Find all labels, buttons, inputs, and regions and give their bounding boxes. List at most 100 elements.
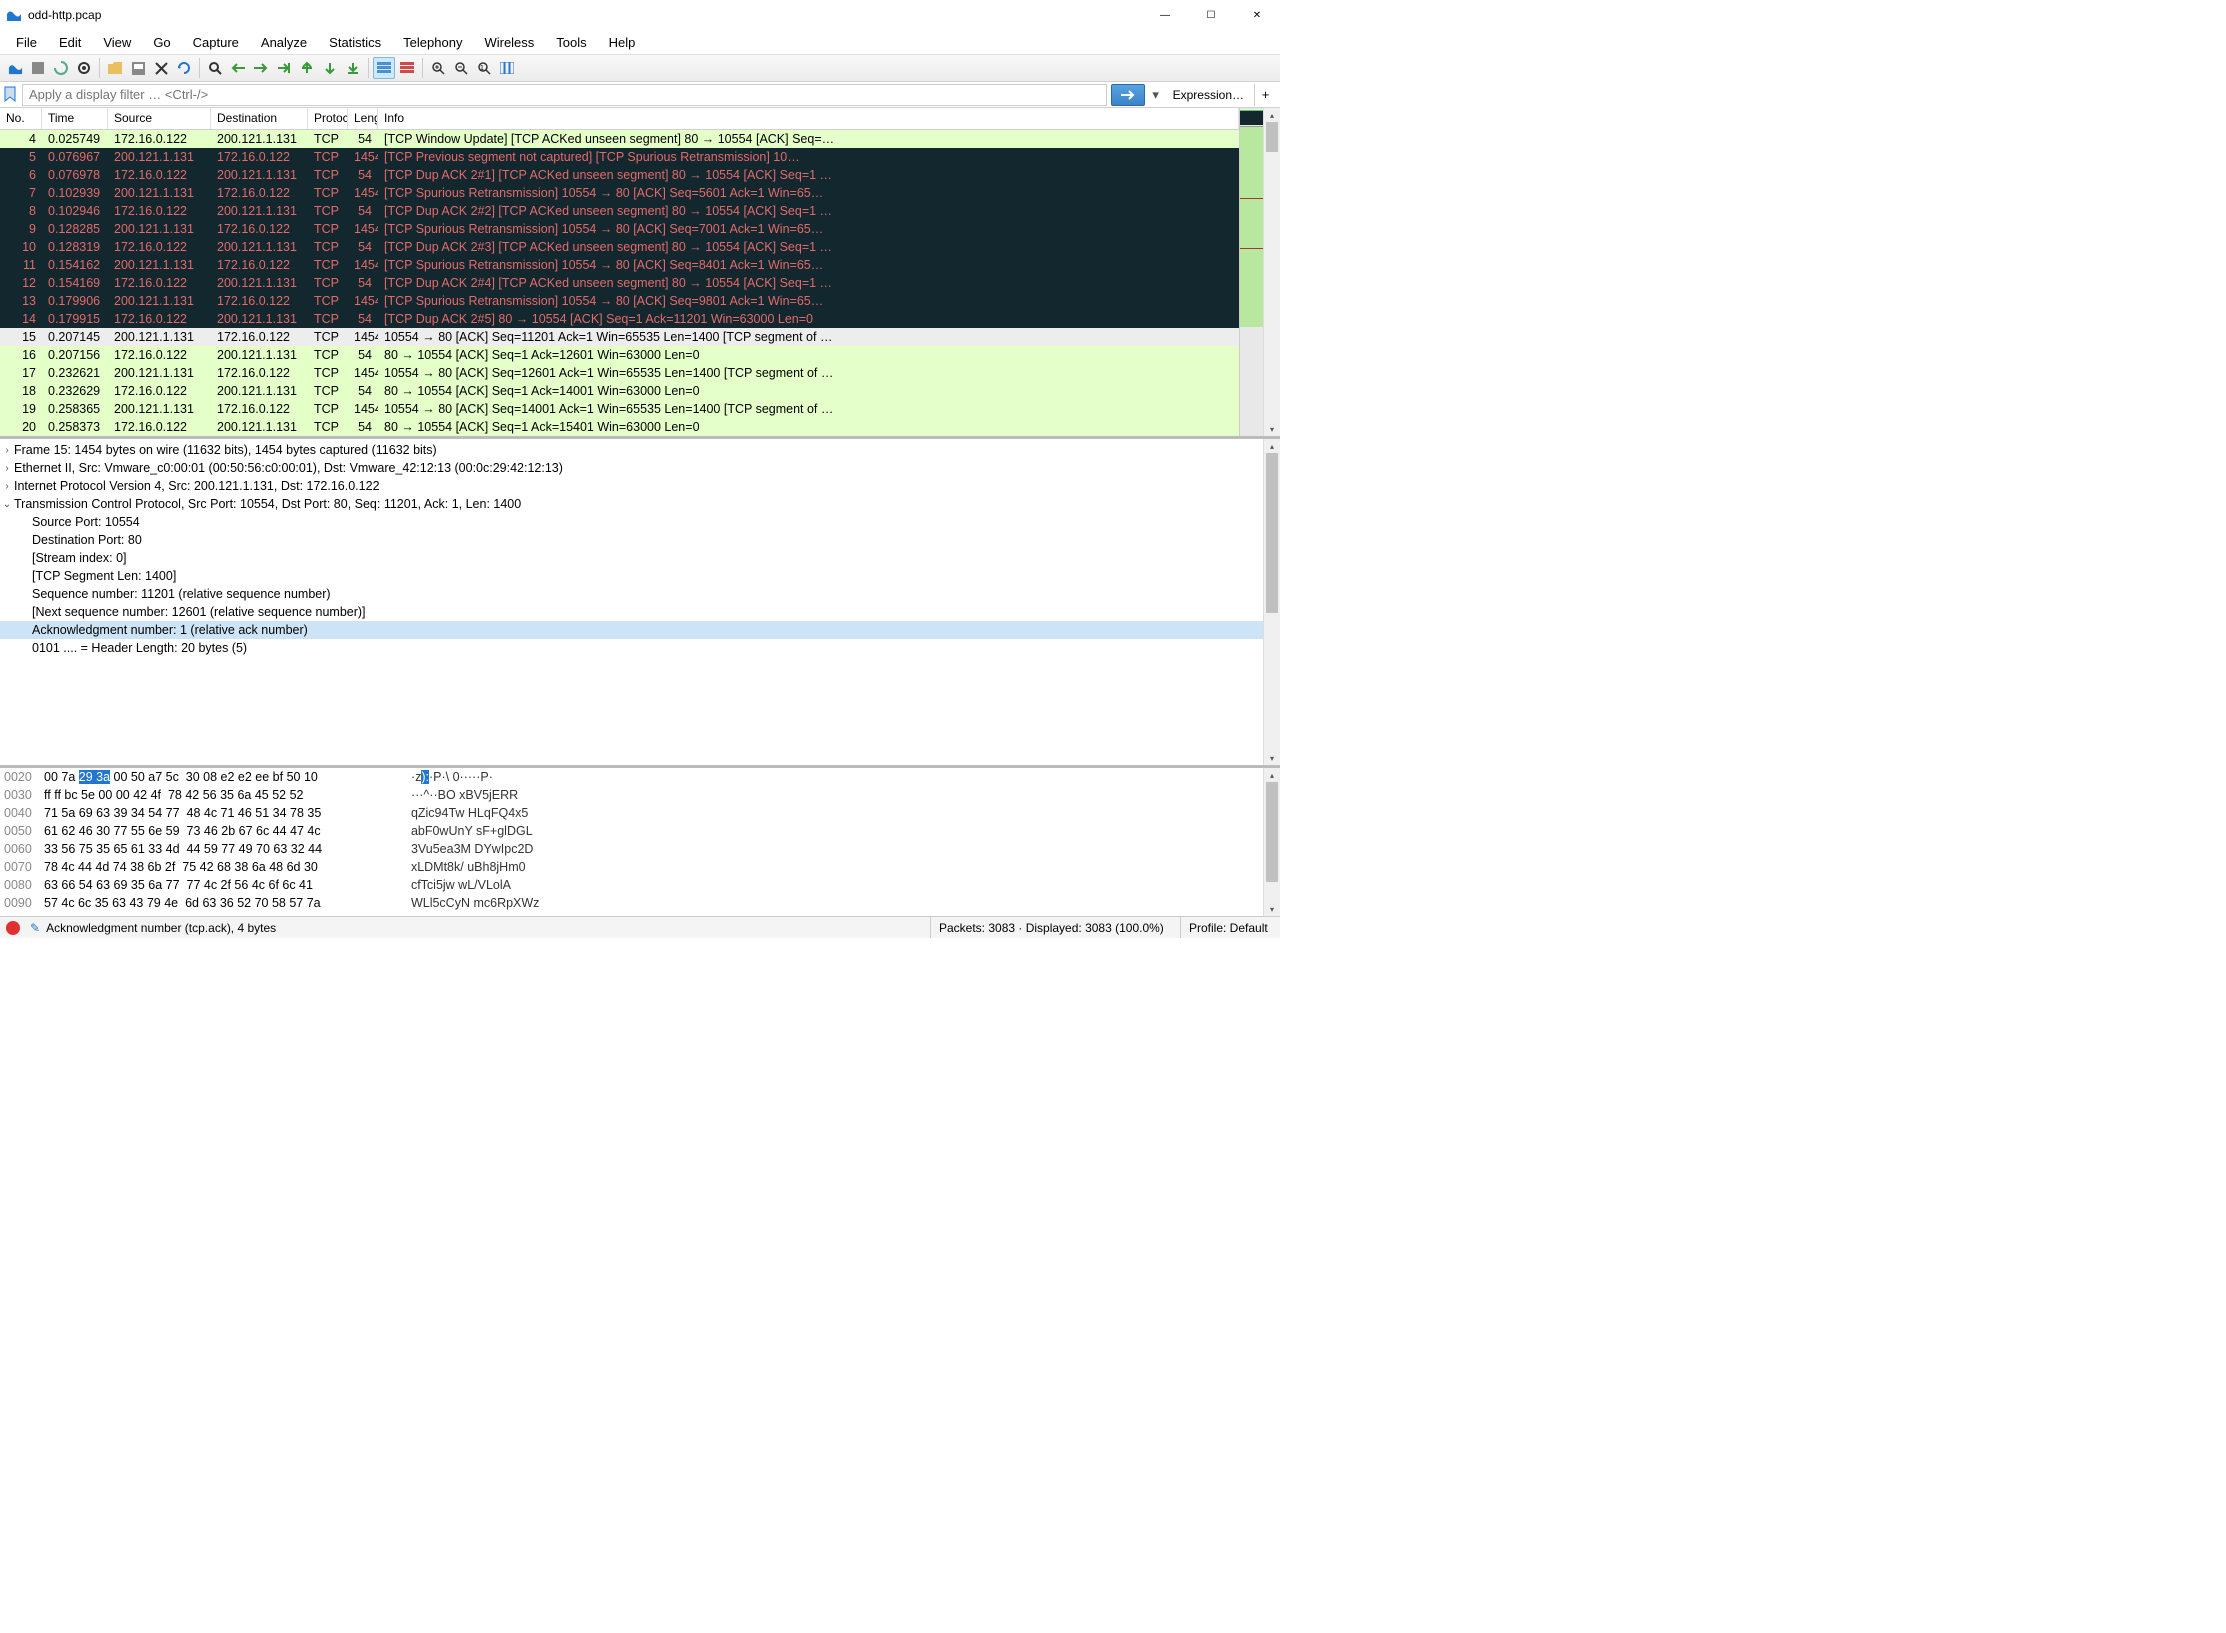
auto-scroll-icon[interactable] bbox=[342, 57, 364, 79]
column-source[interactable]: Source bbox=[108, 108, 211, 129]
column-time[interactable]: Time bbox=[42, 108, 108, 129]
display-filter-input[interactable] bbox=[22, 84, 1107, 106]
packet-row[interactable]: 100.128319172.16.0.122200.121.1.131TCP54… bbox=[0, 238, 1239, 256]
packet-row[interactable]: 70.102939200.121.1.131172.16.0.122TCP145… bbox=[0, 184, 1239, 202]
packet-row[interactable]: 90.128285200.121.1.131172.16.0.122TCP145… bbox=[0, 220, 1239, 238]
packet-list-pane: No. Time Source Destination Protocol Len… bbox=[0, 108, 1280, 439]
details-scrollbar[interactable]: ▴ ▾ bbox=[1263, 439, 1280, 765]
detail-line[interactable]: ›Frame 15: 1454 bytes on wire (11632 bit… bbox=[0, 441, 1263, 459]
menu-help[interactable]: Help bbox=[599, 32, 646, 53]
packet-row[interactable]: 150.207145200.121.1.131172.16.0.122TCP14… bbox=[0, 328, 1239, 346]
hex-line[interactable]: 008063 66 54 63 69 35 6a 77 77 4c 2f 56 … bbox=[4, 878, 1259, 896]
zoom-out-icon[interactable] bbox=[450, 57, 472, 79]
filter-history-dropdown[interactable]: ▾ bbox=[1149, 84, 1163, 106]
reload-icon[interactable] bbox=[173, 57, 195, 79]
detail-line[interactable]: ›Internet Protocol Version 4, Src: 200.1… bbox=[0, 477, 1263, 495]
detail-line[interactable]: ⌄Transmission Control Protocol, Src Port… bbox=[0, 495, 1263, 513]
menu-go[interactable]: Go bbox=[143, 32, 180, 53]
close-file-icon[interactable] bbox=[150, 57, 172, 79]
go-first-icon[interactable] bbox=[296, 57, 318, 79]
toolbar-separator bbox=[368, 58, 369, 78]
hex-line[interactable]: 002000 7a 29 3a 00 50 a7 5c 30 08 e2 e2 … bbox=[4, 770, 1259, 788]
column-destination[interactable]: Destination bbox=[211, 108, 308, 129]
detail-line[interactable]: [Next sequence number: 12601 (relative s… bbox=[0, 603, 1263, 621]
column-length[interactable]: Length bbox=[348, 108, 378, 129]
find-icon[interactable] bbox=[204, 57, 226, 79]
hex-scrollbar[interactable]: ▴ ▾ bbox=[1263, 768, 1280, 916]
hex-line[interactable]: 007078 4c 44 4d 74 38 6b 2f 75 42 68 38 … bbox=[4, 860, 1259, 878]
packet-list-body[interactable]: 40.025749172.16.0.122200.121.1.131TCP54[… bbox=[0, 130, 1239, 436]
filter-bar: ▾ Expression… + bbox=[0, 82, 1280, 108]
menu-wireless[interactable]: Wireless bbox=[474, 32, 544, 53]
packet-row[interactable]: 130.179906200.121.1.131172.16.0.122TCP14… bbox=[0, 292, 1239, 310]
packet-row[interactable]: 140.179915172.16.0.122200.121.1.131TCP54… bbox=[0, 310, 1239, 328]
detail-line[interactable]: ›Ethernet II, Src: Vmware_c0:00:01 (00:5… bbox=[0, 459, 1263, 477]
packet-row[interactable]: 170.232621200.121.1.131172.16.0.122TCP14… bbox=[0, 364, 1239, 382]
packet-details-tree[interactable]: ›Frame 15: 1454 bytes on wire (11632 bit… bbox=[0, 439, 1263, 765]
zoom-reset-icon[interactable]: 1 bbox=[473, 57, 495, 79]
packet-list-scrollbar[interactable]: ▴ ▾ bbox=[1263, 108, 1280, 436]
hex-line[interactable]: 009057 4c 6c 35 63 43 79 4e 6d 63 36 52 … bbox=[4, 896, 1259, 914]
hex-dump[interactable]: 002000 7a 29 3a 00 50 a7 5c 30 08 e2 e2 … bbox=[0, 768, 1263, 916]
detail-line[interactable]: [TCP Segment Len: 1400] bbox=[0, 567, 1263, 585]
zoom-in-icon[interactable] bbox=[427, 57, 449, 79]
menu-file[interactable]: File bbox=[6, 32, 47, 53]
packet-list-header[interactable]: No. Time Source Destination Protocol Len… bbox=[0, 108, 1239, 130]
auto-scroll-live-icon[interactable] bbox=[396, 57, 418, 79]
packet-row[interactable]: 190.258365200.121.1.131172.16.0.122TCP14… bbox=[0, 400, 1239, 418]
go-to-packet-icon[interactable] bbox=[273, 57, 295, 79]
detail-line[interactable]: 0101 .... = Header Length: 20 bytes (5) bbox=[0, 639, 1263, 657]
status-profile[interactable]: Profile: Default bbox=[1180, 917, 1280, 938]
expression-button[interactable]: Expression… bbox=[1167, 88, 1250, 102]
menu-tools[interactable]: Tools bbox=[546, 32, 596, 53]
packet-row[interactable]: 60.076978172.16.0.122200.121.1.131TCP54[… bbox=[0, 166, 1239, 184]
detail-line[interactable]: [Stream index: 0] bbox=[0, 549, 1263, 567]
packet-row[interactable]: 110.154162200.121.1.131172.16.0.122TCP14… bbox=[0, 256, 1239, 274]
packet-bytes-pane: 002000 7a 29 3a 00 50 a7 5c 30 08 e2 e2 … bbox=[0, 768, 1280, 916]
open-file-icon[interactable] bbox=[104, 57, 126, 79]
menu-view[interactable]: View bbox=[93, 32, 141, 53]
start-capture-icon[interactable] bbox=[4, 57, 26, 79]
packet-row[interactable]: 120.154169172.16.0.122200.121.1.131TCP54… bbox=[0, 274, 1239, 292]
capture-options-icon[interactable] bbox=[73, 57, 95, 79]
detail-line[interactable]: Destination Port: 80 bbox=[0, 531, 1263, 549]
restart-capture-icon[interactable] bbox=[50, 57, 72, 79]
save-file-icon[interactable] bbox=[127, 57, 149, 79]
packet-row[interactable]: 180.232629172.16.0.122200.121.1.131TCP54… bbox=[0, 382, 1239, 400]
stop-capture-icon[interactable] bbox=[27, 57, 49, 79]
add-filter-button[interactable]: + bbox=[1254, 84, 1276, 106]
maximize-button[interactable]: ☐ bbox=[1188, 0, 1234, 30]
expert-info-icon[interactable] bbox=[6, 921, 20, 935]
packet-minimap[interactable] bbox=[1239, 108, 1263, 436]
packet-row[interactable]: 160.207156172.16.0.122200.121.1.131TCP54… bbox=[0, 346, 1239, 364]
menu-statistics[interactable]: Statistics bbox=[319, 32, 391, 53]
packet-row[interactable]: 50.076967200.121.1.131172.16.0.122TCP145… bbox=[0, 148, 1239, 166]
hex-line[interactable]: 006033 56 75 35 65 61 33 4d 44 59 77 49 … bbox=[4, 842, 1259, 860]
column-protocol[interactable]: Protocol bbox=[308, 108, 348, 129]
menu-edit[interactable]: Edit bbox=[49, 32, 91, 53]
packet-row[interactable]: 40.025749172.16.0.122200.121.1.131TCP54[… bbox=[0, 130, 1239, 148]
hex-line[interactable]: 005061 62 46 30 77 55 6e 59 73 46 2b 67 … bbox=[4, 824, 1259, 842]
bookmark-icon[interactable] bbox=[4, 86, 18, 104]
colorize-icon[interactable] bbox=[373, 57, 395, 79]
menu-capture[interactable]: Capture bbox=[183, 32, 249, 53]
go-last-icon[interactable] bbox=[319, 57, 341, 79]
menu-telephony[interactable]: Telephony bbox=[393, 32, 472, 53]
hex-line[interactable]: 0030ff ff bc 5e 00 00 42 4f 78 42 56 35 … bbox=[4, 788, 1259, 806]
go-back-icon[interactable] bbox=[227, 57, 249, 79]
edit-preferences-icon[interactable]: ✎ bbox=[30, 921, 40, 935]
column-info[interactable]: Info bbox=[378, 108, 1239, 129]
menu-analyze[interactable]: Analyze bbox=[251, 32, 317, 53]
close-button[interactable]: ✕ bbox=[1234, 0, 1280, 30]
minimize-button[interactable]: — bbox=[1142, 0, 1188, 30]
column-no[interactable]: No. bbox=[0, 108, 42, 129]
resize-columns-icon[interactable] bbox=[496, 57, 518, 79]
detail-line[interactable]: Sequence number: 11201 (relative sequenc… bbox=[0, 585, 1263, 603]
detail-line[interactable]: Source Port: 10554 bbox=[0, 513, 1263, 531]
detail-line[interactable]: Acknowledgment number: 1 (relative ack n… bbox=[0, 621, 1263, 639]
packet-row[interactable]: 80.102946172.16.0.122200.121.1.131TCP54[… bbox=[0, 202, 1239, 220]
packet-row[interactable]: 200.258373172.16.0.122200.121.1.131TCP54… bbox=[0, 418, 1239, 436]
apply-filter-button[interactable] bbox=[1111, 84, 1145, 106]
go-forward-icon[interactable] bbox=[250, 57, 272, 79]
hex-line[interactable]: 004071 5a 69 63 39 34 54 77 48 4c 71 46 … bbox=[4, 806, 1259, 824]
